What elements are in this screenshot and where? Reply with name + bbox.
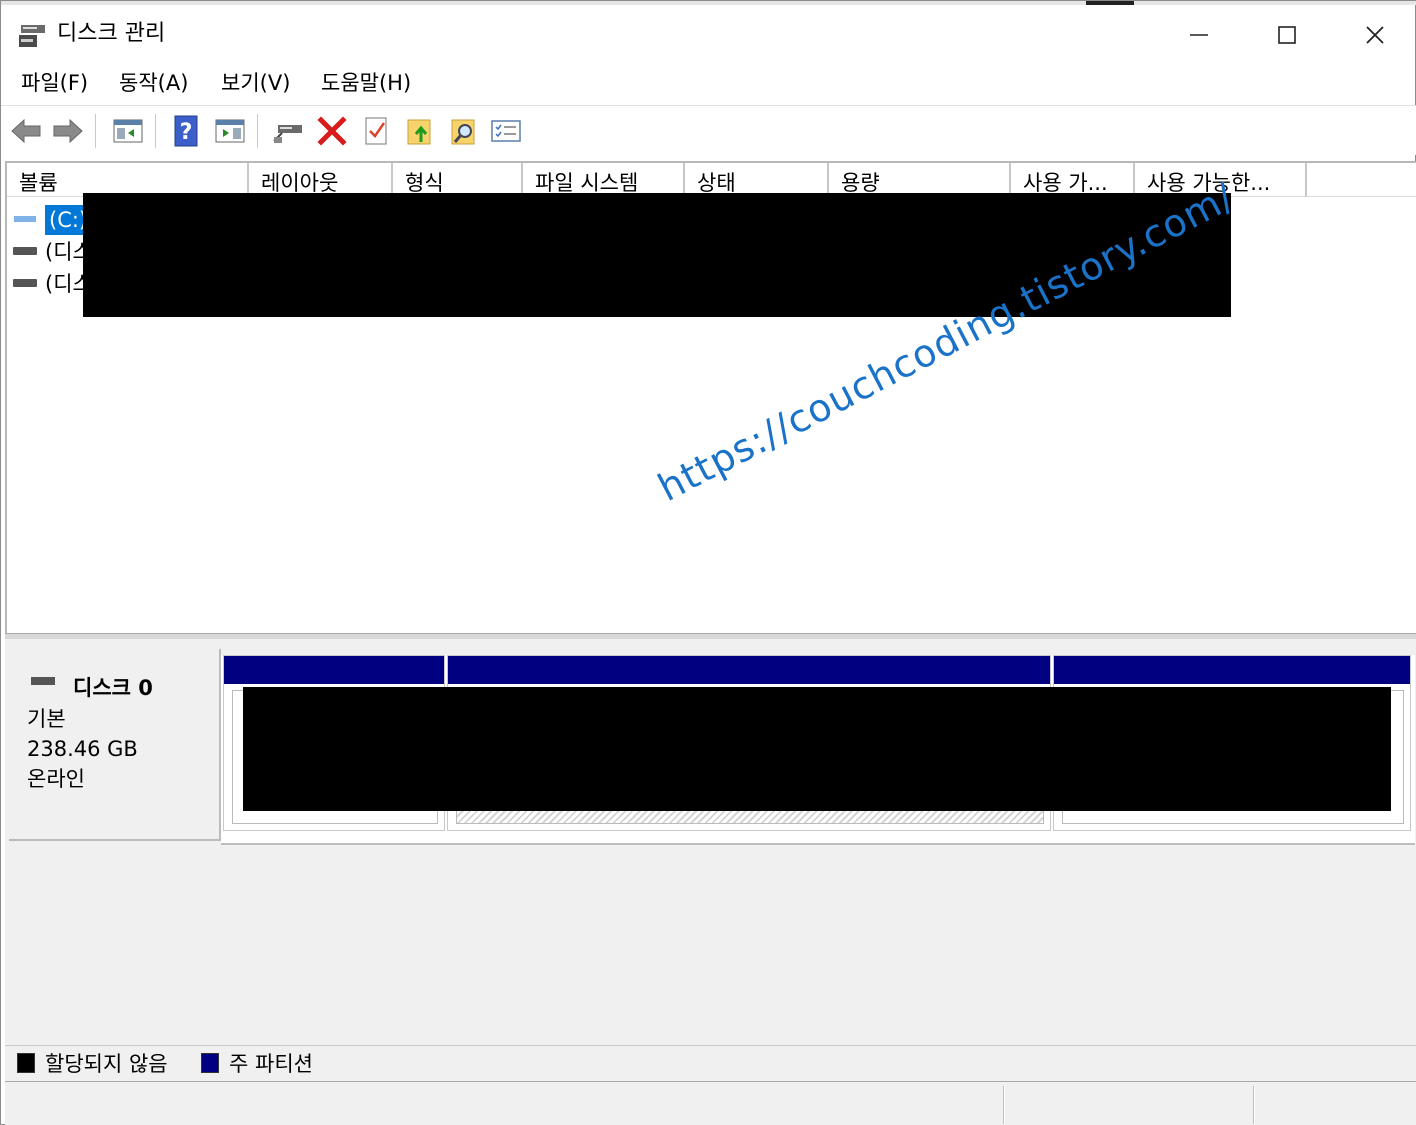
- menu-help[interactable]: 도움말(H): [321, 69, 411, 97]
- menu-file[interactable]: 파일(F): [21, 69, 88, 97]
- menu-action[interactable]: 동작(A): [119, 69, 188, 97]
- toolbar-separator: [155, 114, 157, 148]
- status-divider: [1003, 1086, 1005, 1124]
- help-button[interactable]: ?: [169, 114, 203, 148]
- title-bar: 디스크 관리: [1, 5, 1416, 61]
- column-header-free-space[interactable]: 사용 가...: [1011, 163, 1135, 197]
- console-tree-icon: [113, 119, 143, 143]
- list-view-button[interactable]: [489, 114, 523, 148]
- toolbar-separator: [257, 114, 259, 148]
- console-tree-button[interactable]: [111, 114, 145, 148]
- maximize-button[interactable]: [1257, 15, 1317, 55]
- column-header-type[interactable]: 형식: [393, 163, 523, 197]
- status-bar: [5, 1081, 1416, 1125]
- drive-icon: [13, 215, 37, 223]
- status-divider: [1253, 1086, 1255, 1124]
- maximize-icon: [1278, 26, 1296, 44]
- toolbar: ?: [1, 105, 1416, 155]
- disk-name: 디스크 0: [73, 676, 153, 700]
- properties-check-icon: [365, 117, 387, 145]
- window-title: 디스크 관리: [57, 21, 166, 46]
- action-pane-icon: [215, 119, 245, 143]
- properties-button[interactable]: [359, 114, 393, 148]
- folder-up-button[interactable]: [403, 114, 437, 148]
- disk-info-panel[interactable]: 디스크 0 기본 238.46 GB 온라인: [9, 649, 221, 841]
- column-header-status[interactable]: 상태: [685, 163, 829, 197]
- minimize-icon: [1190, 34, 1208, 36]
- partition-bar: [448, 656, 1050, 684]
- legend-label-unallocated: 할당되지 않음: [45, 1052, 168, 1076]
- connect-drive-icon: [273, 125, 302, 143]
- toolbar-separator: [95, 114, 97, 148]
- menu-bar: 파일(F) 동작(A) 보기(V) 도움말(H): [1, 63, 1416, 103]
- folder-up-icon: [407, 119, 431, 145]
- volume-row[interactable]: (C:): [11, 205, 92, 235]
- drive-icon: [13, 247, 37, 255]
- disk-type: 기본: [27, 707, 66, 731]
- action-pane-button[interactable]: [213, 114, 247, 148]
- search-folder-button[interactable]: [447, 114, 481, 148]
- disk-size: 238.46 GB: [27, 737, 138, 761]
- legend: 할당되지 않음 주 파티션: [5, 1045, 1416, 1081]
- back-arrow-icon: [11, 118, 41, 144]
- menu-view[interactable]: 보기(V): [221, 69, 290, 97]
- back-button[interactable]: [9, 114, 43, 148]
- drive-icon: [13, 279, 37, 287]
- column-header-capacity[interactable]: 용량: [829, 163, 1011, 197]
- partition-bar: [224, 656, 444, 684]
- disk-management-window: 디스크 관리 파일(F) 동작(A) 보기(V) 도움말(H) ? 볼륨 레이아…: [0, 0, 1416, 1125]
- column-header-file-system[interactable]: 파일 시스템: [523, 163, 685, 197]
- disk-status: 온라인: [27, 767, 85, 791]
- help-icon: ?: [174, 115, 198, 147]
- delete-button[interactable]: [315, 114, 349, 148]
- legend-swatch-unallocated: [17, 1053, 35, 1073]
- close-icon: [1366, 26, 1384, 44]
- minimize-button[interactable]: [1169, 15, 1229, 55]
- disk-icon: [31, 677, 55, 685]
- list-view-icon: [491, 120, 521, 142]
- forward-button[interactable]: [51, 114, 85, 148]
- column-header-volume[interactable]: 볼륨: [7, 163, 249, 197]
- delete-icon: [317, 116, 347, 146]
- search-folder-icon: [451, 119, 475, 145]
- redacted-region: [243, 687, 1391, 811]
- disk-management-app-icon: [19, 25, 45, 47]
- connect-drive-button[interactable]: [271, 114, 305, 148]
- close-button[interactable]: [1345, 15, 1405, 55]
- legend-label-primary: 주 파티션: [229, 1052, 313, 1076]
- svg-text:?: ?: [180, 120, 193, 145]
- forward-arrow-icon: [53, 118, 83, 144]
- legend-swatch-primary: [201, 1053, 219, 1073]
- column-header-layout[interactable]: 레이아웃: [249, 163, 393, 197]
- partition-bar: [1054, 656, 1410, 684]
